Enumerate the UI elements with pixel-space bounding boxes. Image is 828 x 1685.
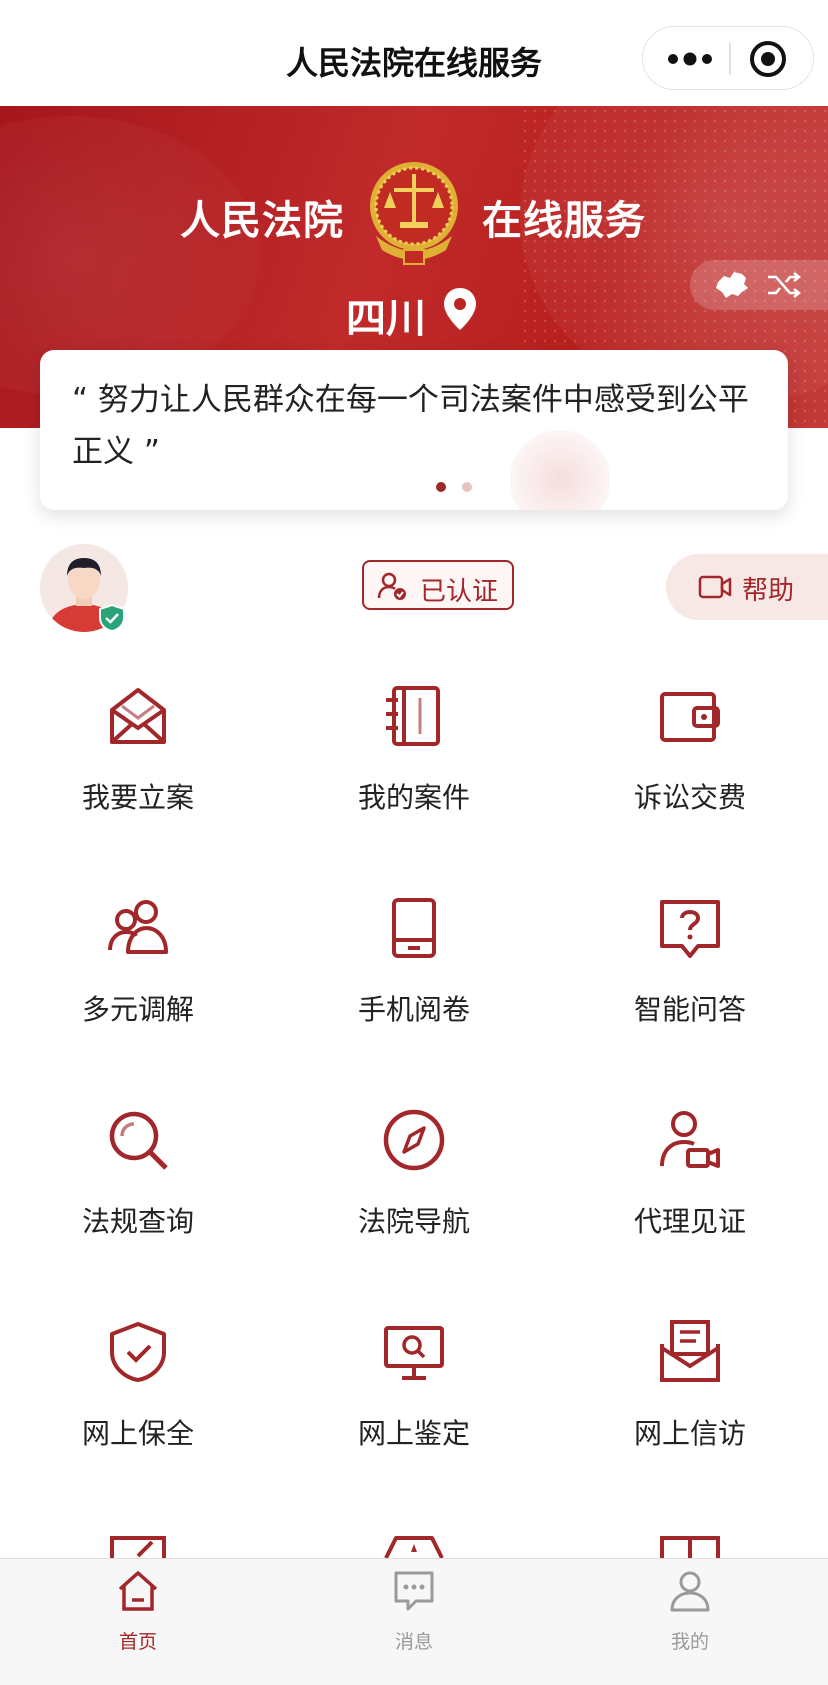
tab-label: 消息 [394,1631,433,1653]
shuffle-icon [768,272,802,298]
verified-label: 已认证 [420,577,499,607]
service-mediation[interactable]: 多元调解 [0,896,276,1076]
service-label: 网上信访 [633,1417,746,1450]
capsule-divider [729,43,731,75]
user-icon [670,1571,710,1612]
service-my-cases[interactable]: 我的案件 [276,684,552,864]
video-camera-icon [698,575,732,599]
top-navbar: 人民法院在线服务 [0,0,828,106]
bottom-tab-bar: 首页 消息 我的 [0,1558,828,1685]
banner-title-left: 人民法院 [180,198,344,244]
service-litigation-fee[interactable]: 诉讼交费 [552,684,828,864]
people-icon [108,900,168,954]
service-label: 智能问答 [633,993,746,1026]
tab-home[interactable]: 首页 [0,1559,276,1685]
banner-title-right: 在线服务 [482,198,646,244]
notebook-icon [386,686,440,746]
service-online-petition[interactable]: 网上信访 [552,1320,828,1500]
search-icon [109,1111,168,1170]
more-icon[interactable] [665,39,715,79]
question-icon [660,900,720,958]
verified-badge-icon [99,604,125,632]
service-label: 法院导航 [357,1205,470,1238]
service-file-case[interactable]: 我要立案 [0,684,276,864]
service-label: 法规查询 [81,1205,194,1238]
region-selector[interactable]: 四川 [346,286,426,344]
user-video-icon [660,1111,720,1168]
service-label: 我要立案 [81,781,194,814]
service-online-preservation[interactable]: 网上保全 [0,1320,276,1500]
house-star-icon[interactable] [382,1532,446,1558]
home-icon [118,1571,158,1611]
tablet-icon [392,898,436,958]
user-verified-icon [377,572,406,600]
service-label: 网上保全 [81,1417,194,1450]
service-label: 多元调解 [81,993,194,1026]
service-law-search[interactable]: 法规查询 [0,1108,276,1288]
tab-label: 我的 [670,1631,709,1653]
service-label: 我的案件 [357,781,470,814]
quote-carousel[interactable]: “ 努力让人民群众在每一个司法案件中感受到公平正义 ” [40,350,788,510]
carousel-dot[interactable] [462,482,472,492]
help-button[interactable]: 帮助 [666,554,828,620]
tab-profile[interactable]: 我的 [552,1559,828,1685]
service-mobile-file-review[interactable]: 手机阅卷 [276,896,552,1076]
document-edit-icon[interactable] [106,1532,170,1558]
service-agent-witness[interactable]: 代理见证 [552,1108,828,1288]
shield-check-icon [110,1322,166,1382]
carousel-dot-active[interactable] [436,482,446,492]
verified-status-button[interactable]: 已认证 [362,560,514,610]
quote-text: “ 努力让人民群众在每一个司法案件中感受到公平正义 ” [72,382,749,470]
message-icon [394,1571,434,1611]
help-label: 帮助 [742,576,795,606]
compass-icon [383,1109,445,1171]
miniprogram-capsule [642,26,814,90]
service-online-appraisal[interactable]: 网上鉴定 [276,1320,552,1500]
monitor-search-icon [384,1326,444,1380]
map-switch-button[interactable] [690,260,828,310]
tab-label: 首页 [118,1631,157,1653]
service-label: 代理见证 [633,1205,746,1238]
service-smart-qa[interactable]: 智能问答 [552,896,828,1076]
book-open-icon[interactable] [658,1532,722,1558]
location-pin-icon[interactable] [442,286,478,332]
tab-messages[interactable]: 消息 [276,1559,552,1685]
court-emblem-icon [370,162,458,265]
wallet-icon [660,692,720,742]
service-label: 诉讼交费 [633,781,746,814]
service-label: 网上鉴定 [357,1417,470,1450]
service-court-navigation[interactable]: 法院导航 [276,1108,552,1288]
envelope-icon [110,688,166,744]
close-miniprogram-icon[interactable] [743,37,793,81]
mail-letter-icon [660,1320,720,1382]
china-map-icon [716,272,748,298]
service-label: 手机阅卷 [357,993,470,1026]
